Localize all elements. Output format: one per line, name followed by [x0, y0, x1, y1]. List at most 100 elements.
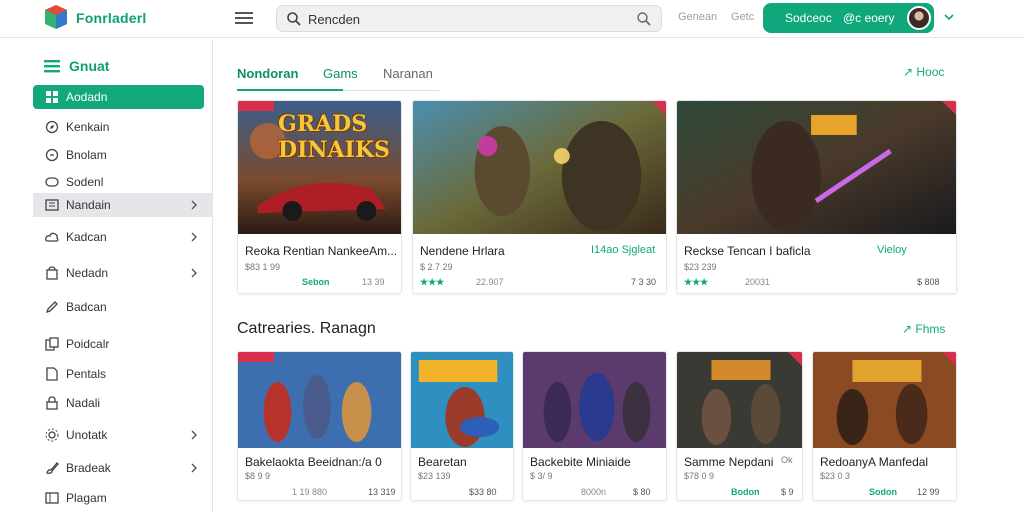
- category-title: Bearetan: [418, 455, 467, 469]
- card-badge: [238, 352, 274, 362]
- chevron-right-icon: [191, 200, 197, 210]
- avatar[interactable]: [907, 6, 931, 30]
- search-submit-icon[interactable]: [636, 11, 652, 27]
- account-button-label-2: @c eoery: [843, 11, 895, 25]
- game-meta: 13 39: [362, 277, 385, 287]
- sidebar-item-bnolam[interactable]: Bnolam: [33, 143, 213, 167]
- chevron-right-icon: [191, 268, 197, 278]
- category-thumbnail: [813, 352, 956, 448]
- sidebar-item-aodadn[interactable]: Aodadn: [33, 85, 204, 109]
- compass-icon: [45, 120, 59, 134]
- grid-icon: [46, 91, 58, 103]
- sidebar-item-sodenl[interactable]: Sodenl: [33, 170, 213, 194]
- category-price: $23 0 3: [820, 471, 851, 481]
- category-title: Samme Nepdani: [684, 455, 774, 469]
- chevron-down-icon[interactable]: [943, 11, 955, 23]
- sidebar-item-kadcan[interactable]: Kadcan: [33, 225, 213, 249]
- game-title: Reoka Rentian NankeeAm...: [245, 244, 398, 258]
- sidebar-item-label: Unotatk: [66, 428, 108, 442]
- sidebar-item-nandain[interactable]: Nandain: [33, 193, 213, 217]
- sidebar-item-poidcalr[interactable]: Poidcalr: [33, 332, 213, 356]
- category-title: RedoanyA Manfedal: [820, 455, 929, 469]
- sidebar-item-label: Nadali: [66, 396, 101, 410]
- app-title: Fonrladerl: [76, 10, 147, 26]
- game-title: Nendene Hrlara: [420, 244, 505, 258]
- category-thumbnail: [677, 352, 802, 448]
- top-link-2[interactable]: Getc: [731, 11, 754, 23]
- category-card[interactable]: Bearetan $23 139 $33 80: [410, 351, 514, 501]
- category-price-2: 12 99: [917, 487, 940, 497]
- game-card[interactable]: Reckse Tencan I baficla Vieloy $23 239 ★…: [676, 100, 957, 294]
- trend-icon: ↗: [902, 322, 916, 336]
- category-price: $78 0 9: [684, 471, 715, 481]
- search-bar[interactable]: [276, 5, 662, 32]
- category-card[interactable]: Bakelaokta Beeidnan:/a 0 $8 9 9 1 19 880…: [237, 351, 402, 501]
- trend-icon: ↗: [903, 65, 917, 79]
- sidebar-item-plagam[interactable]: Plagam: [33, 486, 213, 510]
- sidebar-item-label: Bnolam: [66, 148, 107, 162]
- card-ribbon: [788, 352, 802, 366]
- game-title: Reckse Tencan I baficla: [684, 244, 811, 258]
- sidebar-item-label: Pentals: [66, 367, 107, 381]
- sidebar-item-label: Sodenl: [66, 175, 104, 189]
- game-price-2: $ 808: [917, 277, 940, 287]
- controller-icon: [45, 177, 59, 187]
- category-price: $23 139: [418, 471, 451, 481]
- tab-divider: [343, 90, 439, 91]
- category-thumbnail: [523, 352, 666, 448]
- brush-icon: [46, 462, 59, 474]
- chevron-right-icon: [191, 463, 197, 473]
- see-more-link-2[interactable]: ↗ Fhms: [902, 322, 945, 336]
- see-more-link[interactable]: ↗ Hooc: [903, 65, 944, 79]
- tab-nondoran[interactable]: Nondoran: [237, 66, 298, 81]
- tab-games[interactable]: Gams: [323, 66, 358, 81]
- category-rating: Sodon: [869, 487, 897, 497]
- search-input[interactable]: [308, 10, 628, 28]
- category-price-2: $ 9: [781, 487, 794, 497]
- sidebar: Gnuat Aodadn Kenkain Bnolam Sodenl Nandain Ka…: [0, 39, 213, 512]
- category-thumbnail: [411, 352, 513, 448]
- sidebar-item-nadali[interactable]: Nadali: [33, 391, 213, 415]
- sidebar-item-badcan[interactable]: Badcan: [33, 295, 213, 319]
- category-price-2: $33 80: [469, 487, 497, 497]
- card-badge: [238, 101, 274, 111]
- sidebar-item-nedadn[interactable]: Nedadn: [33, 261, 213, 285]
- category-meta: 1 19 880: [292, 487, 328, 497]
- card-ribbon: [942, 101, 956, 115]
- category-card[interactable]: Samme Nepdani Ok $78 0 9 Bodon $ 9: [676, 351, 803, 501]
- sidebar-item-pentals[interactable]: Pentals: [33, 362, 213, 386]
- game-card[interactable]: Nendene Hrlara I14ao Sjgleat $ 2.7 29 ★★…: [412, 100, 667, 294]
- category-tag: Ok: [781, 455, 793, 465]
- top-bar: Fonrladerl Genean Getc Sodceoc @c eoery: [0, 0, 1024, 38]
- category-title: Backebite Miniaide: [530, 455, 631, 469]
- category-card[interactable]: RedoanyA Manfedal $23 0 3 Sodon 12 99: [812, 351, 957, 501]
- category-price: $ 3/ 9: [530, 471, 553, 481]
- sidebar-item-bradeak[interactable]: Bradeak: [33, 456, 213, 480]
- account-button-label: Sodceoc: [785, 11, 832, 25]
- cloud-icon: [45, 232, 59, 242]
- chevron-right-icon: [191, 430, 197, 440]
- account-button[interactable]: Sodceoc @c eoery: [763, 3, 934, 33]
- sidebar-item-label: Plagam: [66, 491, 107, 505]
- pen-icon: [45, 301, 58, 314]
- top-link-1[interactable]: Genean: [678, 11, 717, 23]
- tab-naranan[interactable]: Naranan: [383, 66, 433, 81]
- game-tag: I14ao Sjgleat: [591, 244, 656, 256]
- lock-icon: [46, 396, 58, 410]
- tab-bar: Nondoran Gams Naranan: [237, 62, 437, 92]
- category-card[interactable]: Backebite Miniaide $ 3/ 9 8000n $ 80: [522, 351, 667, 501]
- sidebar-item-unotatk[interactable]: Unotatk: [33, 423, 213, 447]
- sidebar-item-label: Bradeak: [66, 461, 111, 475]
- card-ribbon: [942, 352, 956, 366]
- game-price: $83 1 99: [245, 262, 281, 272]
- sidebar-item-label: Aodadn: [66, 90, 108, 104]
- menu-icon[interactable]: [234, 9, 254, 27]
- category-title: Bakelaokta Beeidnan:/a 0: [245, 455, 382, 469]
- sidebar-item-label: Badcan: [66, 300, 107, 314]
- sidebar-item-label: Kenkain: [66, 120, 110, 134]
- sidebar-item-kenkain[interactable]: Kenkain: [33, 115, 213, 139]
- game-meta: 22.907: [476, 277, 504, 287]
- game-card[interactable]: GRADS DINAIKS Reoka Rentian NankeeAm... …: [237, 100, 402, 294]
- category-price: $8 9 9: [245, 471, 271, 481]
- game-rating: ★★★: [684, 277, 709, 287]
